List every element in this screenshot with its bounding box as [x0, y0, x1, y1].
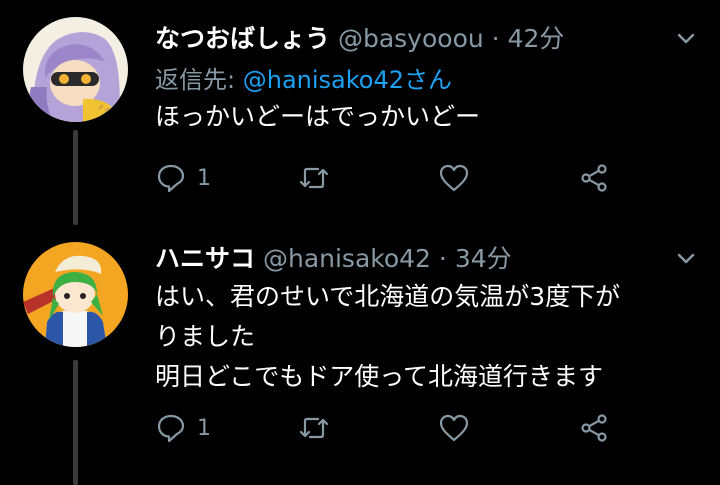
- share-button[interactable]: [578, 158, 610, 198]
- avatar[interactable]: [23, 242, 128, 347]
- tweet-header: ハニサコ @hanisako42 · 34分: [155, 239, 512, 275]
- separator-dot: ·: [438, 244, 447, 273]
- tweet-text-line: ほっかいどーはでっかいどー: [155, 102, 481, 131]
- tweet[interactable]: ハニサコ @hanisako42 · 34分 はい、君のせいで北海道の気温が3度…: [0, 225, 720, 485]
- retweet-button[interactable]: [298, 408, 330, 448]
- reply-button[interactable]: 1: [155, 408, 211, 448]
- tweet-text: ほっかいどーはでっかいどー: [155, 97, 480, 137]
- display-name[interactable]: ハニサコ: [155, 244, 255, 273]
- display-name[interactable]: なつおばしょう: [155, 24, 330, 53]
- reply-mention-link[interactable]: @hanisako42さん: [243, 66, 452, 94]
- tweet-text-line: 明日どこでもドア使って北海道行きます: [155, 362, 604, 391]
- reply-icon: [157, 164, 185, 193]
- separator-dot: ·: [491, 24, 500, 53]
- reply-count: 1: [197, 165, 211, 191]
- chevron-down-icon[interactable]: [674, 26, 698, 50]
- avatar[interactable]: [23, 17, 128, 122]
- tweet-text-line: はい、君のせいで北海道の気温が3度下が: [155, 282, 621, 311]
- share-icon: [581, 164, 607, 192]
- chevron-down-icon[interactable]: [674, 246, 698, 270]
- tweet-actions: 1: [155, 158, 675, 198]
- timestamp[interactable]: 42分: [508, 24, 565, 53]
- tweet-header: なつおばしょう @basyooou · 42分: [155, 19, 564, 55]
- retweet-button[interactable]: [298, 158, 330, 198]
- user-handle[interactable]: @hanisako42: [263, 244, 431, 273]
- reply-context: 返信先: @hanisako42さん: [155, 60, 452, 95]
- like-button[interactable]: [438, 408, 470, 448]
- tweet[interactable]: なつおばしょう @basyooou · 42分 返信先: @hanisako42…: [0, 0, 720, 225]
- reply-count: 1: [197, 415, 211, 441]
- retweet-icon: [299, 167, 329, 189]
- timestamp[interactable]: 34分: [455, 244, 512, 273]
- tweet-actions: 1: [155, 408, 675, 448]
- reply-icon: [157, 414, 185, 443]
- reply-label: 返信先:: [155, 66, 236, 94]
- reply-button[interactable]: 1: [155, 158, 211, 198]
- retweet-icon: [299, 417, 329, 439]
- like-button[interactable]: [438, 158, 470, 198]
- share-icon: [581, 414, 607, 442]
- share-button[interactable]: [578, 408, 610, 448]
- heart-icon: [439, 414, 469, 442]
- tweet-text-line: りました: [155, 322, 256, 351]
- user-handle[interactable]: @basyooou: [338, 24, 484, 53]
- tweet-text: はい、君のせいで北海道の気温が3度下が りました 明日どこでもドア使って北海道行…: [155, 277, 620, 397]
- heart-icon: [439, 164, 469, 192]
